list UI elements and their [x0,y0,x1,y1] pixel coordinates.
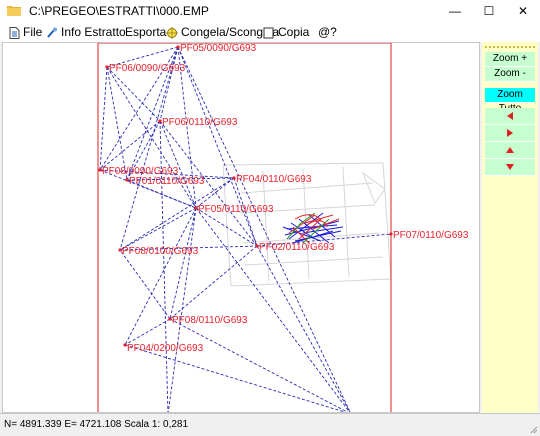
left-arrow-icon [507,112,513,120]
panel-divider [485,46,535,48]
menu-file-label: File [23,25,43,39]
survey-point-label: PF08/0100/G693 [122,246,199,257]
survey-point-label: PF04/0200/G693 [127,343,204,354]
zoom-out-button[interactable]: Zoom - [485,67,535,82]
copy-icon [263,27,274,39]
survey-line [195,207,351,412]
pan-left-button[interactable] [485,108,535,125]
survey-lines [99,46,392,412]
menu-help-label: @? [318,25,337,39]
info-icon [47,27,57,38]
resize-grip-icon[interactable] [528,424,538,434]
survey-line [124,318,171,346]
survey-point-label: PF06/0110/G693 [162,117,238,128]
freeze-icon [166,26,178,39]
menu-help[interactable]: @? [318,23,337,41]
zoom-all-button[interactable]: Zoom Tutto [485,88,535,114]
point-labels: PF05/0090/G693 PF06/0090/G693 PF06/0110/G6… [102,43,469,354]
menu-copia-label: Copia [278,25,310,39]
close-button[interactable]: ✕ [506,0,540,22]
right-arrow-icon [507,129,513,137]
maximize-button[interactable]: ☐ [472,0,506,22]
menu-esporta-label: Esporta [125,25,167,39]
pan-up-button[interactable] [485,142,535,159]
survey-line [119,249,171,320]
menu-bar: File Info Estratto Esporta Congela/Scong… [0,22,540,42]
survey-point-label: PF08/0110/G693 [172,315,248,326]
survey-line [106,66,128,181]
status-bar: N= 4891.339 E= 4721.108 Scala 1: 0,281 [0,413,540,436]
survey-line [119,46,179,251]
point-markers [98,45,393,347]
status-coordinates: N= 4891.339 E= 4721.108 Scala 1: 0,281 [4,419,189,430]
down-arrow-icon [506,164,514,170]
survey-point-label: PF07/0110/G693 [393,230,469,241]
pan-down-button[interactable] [485,159,535,176]
survey-line [119,207,197,251]
survey-point-label: PF01/0110/G693 [129,176,205,187]
window-title: C:\PREGEO\ESTRATTI\000.EMP [29,4,209,18]
up-arrow-icon [506,147,514,153]
survey-line [99,66,108,171]
survey-point-label: PF04/0110/G693 [236,174,312,185]
menu-file[interactable]: File [9,23,42,41]
survey-point-label: PF02/0110/G693 [259,242,335,253]
survey-point-label: PF05/0090/G693 [180,43,257,54]
minimize-button[interactable]: — [438,0,472,22]
pan-right-button[interactable] [485,125,535,142]
survey-line [256,245,351,412]
survey-line [159,120,197,209]
folder-icon [7,6,21,16]
survey-line [159,120,169,412]
file-icon [9,26,20,39]
side-panel: Zoom + Zoom - Zoom Tutto [482,42,538,413]
menu-info-label: Info Estratto [61,25,126,39]
point-cluster [282,212,344,244]
survey-point-label: PF06/0090/G693 [109,63,186,74]
title-bar: C:\PREGEO\ESTRATTI\000.EMP — ☐ ✕ [0,0,540,23]
menu-esporta[interactable]: Esporta [125,23,166,41]
survey-point-label: PF05/0110/G693 [198,204,274,215]
survey-line [124,344,346,412]
survey-line [177,46,258,247]
menu-info-estratto[interactable]: Info Estratto [46,23,126,41]
menu-copia[interactable]: Copia [263,23,309,41]
map-drawing: PF05/0090/G693 PF06/0090/G693 PF06/0110/G6… [97,43,469,412]
zoom-in-button[interactable]: Zoom + [485,52,535,67]
survey-line [159,46,179,122]
map-frame [97,43,392,412]
survey-line [99,120,161,171]
map-canvas[interactable]: PF05/0090/G693 PF06/0090/G693 PF06/0110/G6… [2,42,480,413]
